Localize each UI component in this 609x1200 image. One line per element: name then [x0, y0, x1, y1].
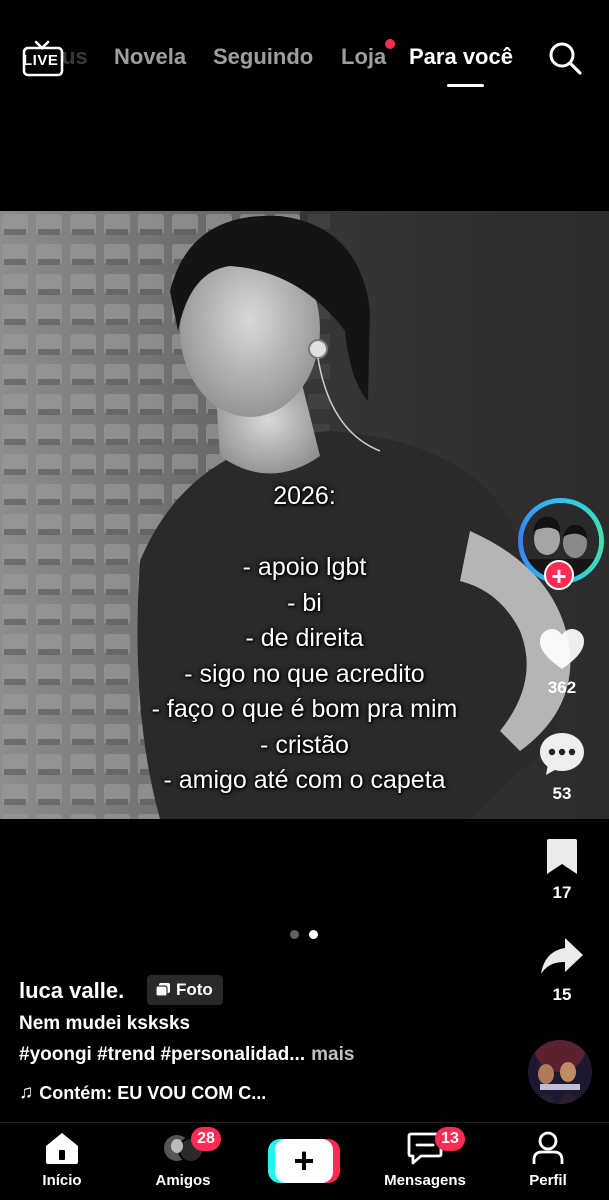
author-name[interactable]: luca valle.	[19, 978, 124, 1004]
tab-novela[interactable]: Novela	[114, 44, 186, 70]
nav-profile[interactable]: Perfil	[498, 1131, 598, 1189]
hashtags-row: #yoongi #trend #personalidad... mais	[19, 1044, 354, 1066]
heart-icon	[540, 629, 584, 669]
creator-avatar[interactable]: +	[518, 498, 604, 590]
overlay-line: - bi	[287, 588, 322, 617]
share-count: 15	[552, 985, 572, 1004]
nav-home[interactable]: Início	[12, 1131, 112, 1189]
follow-plus-button[interactable]: +	[544, 560, 574, 590]
more-link[interactable]: mais	[311, 1044, 354, 1065]
home-icon	[46, 1133, 78, 1164]
overlay-line: - amigo até com o capeta	[163, 766, 446, 794]
comment-button[interactable]: 53	[522, 731, 602, 804]
post-caption: Nem mudei ksksks	[19, 1013, 191, 1034]
create-plus-icon: +	[275, 1139, 333, 1183]
live-tv-icon[interactable]: LIVE	[22, 38, 64, 78]
like-count: 362	[547, 678, 577, 697]
nav-profile-label: Perfil	[529, 1172, 567, 1189]
overlay-line: - faço o que é bom pra mim	[151, 695, 458, 723]
overlay-line: - cristão	[260, 730, 349, 759]
like-button[interactable]: 362	[522, 627, 602, 698]
overlay-line: - sigo no que acredito	[184, 659, 425, 688]
share-arrow-icon	[541, 938, 583, 974]
nav-inbox-label: Mensagens	[384, 1172, 466, 1189]
nav-home-label: Início	[42, 1172, 82, 1189]
save-button[interactable]: 17	[522, 836, 602, 903]
profile-person-icon	[532, 1131, 564, 1164]
create-button[interactable]: +	[268, 1139, 340, 1183]
top-bar: LIVE us Novela Seguindo Loja Para você	[0, 0, 609, 120]
search-icon[interactable]	[547, 40, 583, 76]
tab-para-voce[interactable]: Para você	[409, 44, 513, 70]
save-count: 17	[552, 883, 572, 902]
tab-faded-offscreen[interactable]: us	[62, 44, 88, 70]
hashtags[interactable]: #yoongi #trend #personalidad...	[19, 1044, 305, 1065]
active-tab-indicator	[447, 84, 484, 87]
tab-loja[interactable]: Loja	[341, 44, 386, 70]
loja-notification-dot	[385, 39, 395, 49]
comment-bubble-icon	[540, 733, 584, 775]
photos-icon	[155, 983, 170, 997]
nav-friends-label: Amigos	[155, 1172, 211, 1189]
carousel-dot-active[interactable]	[309, 930, 318, 939]
music-note-icon: ♫	[19, 1082, 34, 1103]
live-label: LIVE	[23, 52, 59, 69]
friends-count-badge: 28	[191, 1127, 221, 1151]
music-disc[interactable]	[528, 1040, 592, 1104]
inbox-count-badge: 13	[435, 1127, 465, 1151]
music-title: Contém: EU VOU COM C...	[39, 1082, 267, 1103]
share-button[interactable]: 15	[522, 936, 602, 1005]
music-row[interactable]: ♫ Contém: EU VOU COM C...	[19, 1082, 266, 1104]
carousel-dot[interactable]	[290, 930, 299, 939]
tab-seguindo[interactable]: Seguindo	[213, 44, 313, 70]
carousel-indicator	[288, 929, 322, 941]
photo-badge: Foto	[147, 975, 223, 1005]
comment-count: 53	[552, 784, 572, 803]
overlay-line: - de direita	[245, 624, 364, 652]
photo-badge-label: Foto	[176, 980, 213, 999]
bookmark-icon	[547, 839, 577, 874]
album-cover-icon	[528, 1040, 592, 1104]
